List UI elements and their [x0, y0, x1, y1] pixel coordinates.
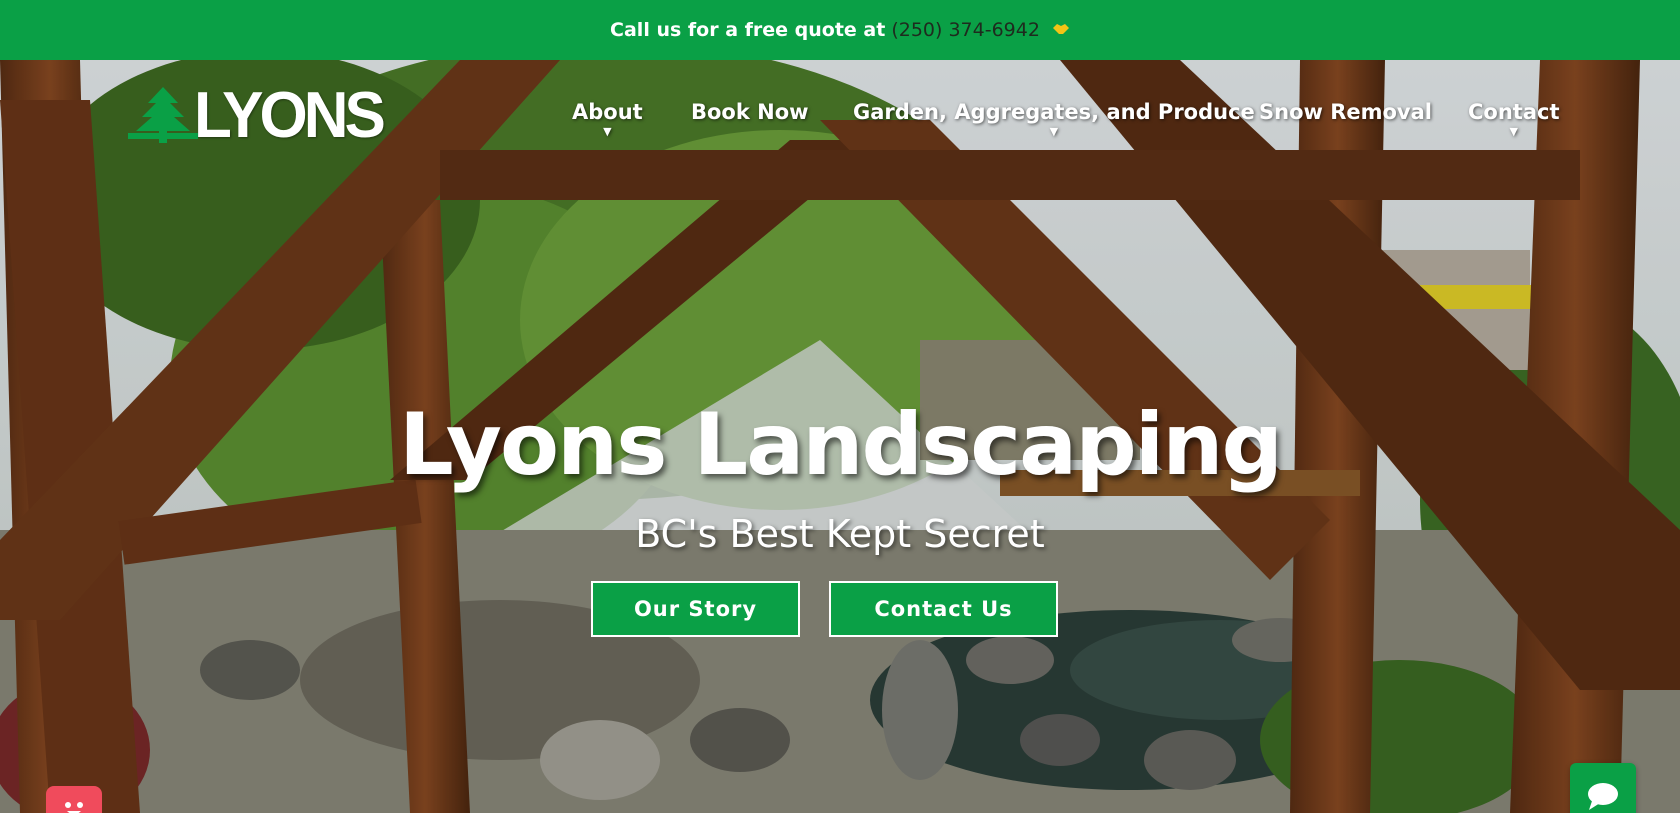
smiley-face-icon — [65, 802, 83, 813]
nav-label: Snow Removal — [1259, 100, 1432, 124]
nav-label: Garden, Aggregates, and Produce — [853, 100, 1255, 124]
hero-title: Lyons Landscaping — [398, 395, 1283, 495]
main-navigation: About ▼ Book Now Garden, Aggregates, and… — [0, 100, 1680, 160]
handshake-icon — [1052, 20, 1070, 41]
top-announcement-bar: Call us for a free quote at (250) 374-69… — [0, 0, 1680, 60]
nav-label: Book Now — [691, 100, 809, 124]
chat-bubble-icon — [1588, 782, 1618, 810]
nav-item-garden-aggregates-produce[interactable]: Garden, Aggregates, and Produce ▼ — [853, 100, 1255, 138]
assistant-widget-button[interactable] — [46, 786, 102, 813]
nav-item-about[interactable]: About ▼ — [572, 100, 643, 138]
our-story-button[interactable]: Our Story — [591, 581, 800, 637]
nav-label: Contact — [1468, 100, 1560, 124]
nav-item-snow-removal[interactable]: Snow Removal — [1259, 100, 1432, 124]
hero-subtitle: BC's Best Kept Secret — [635, 512, 1045, 556]
chat-widget-button[interactable] — [1570, 763, 1636, 813]
caret-down-icon: ▼ — [1049, 125, 1059, 138]
caret-down-icon: ▼ — [603, 125, 612, 138]
phone-number-link[interactable]: (250) 374-6942 — [891, 19, 1040, 41]
nav-label: About — [572, 100, 643, 124]
quote-text: Call us for a free quote at — [610, 19, 886, 41]
contact-us-button[interactable]: Contact Us — [829, 581, 1058, 637]
nav-item-contact[interactable]: Contact ▼ — [1468, 100, 1560, 138]
caret-down-icon: ▼ — [1509, 125, 1518, 138]
nav-item-book-now[interactable]: Book Now — [691, 100, 809, 124]
